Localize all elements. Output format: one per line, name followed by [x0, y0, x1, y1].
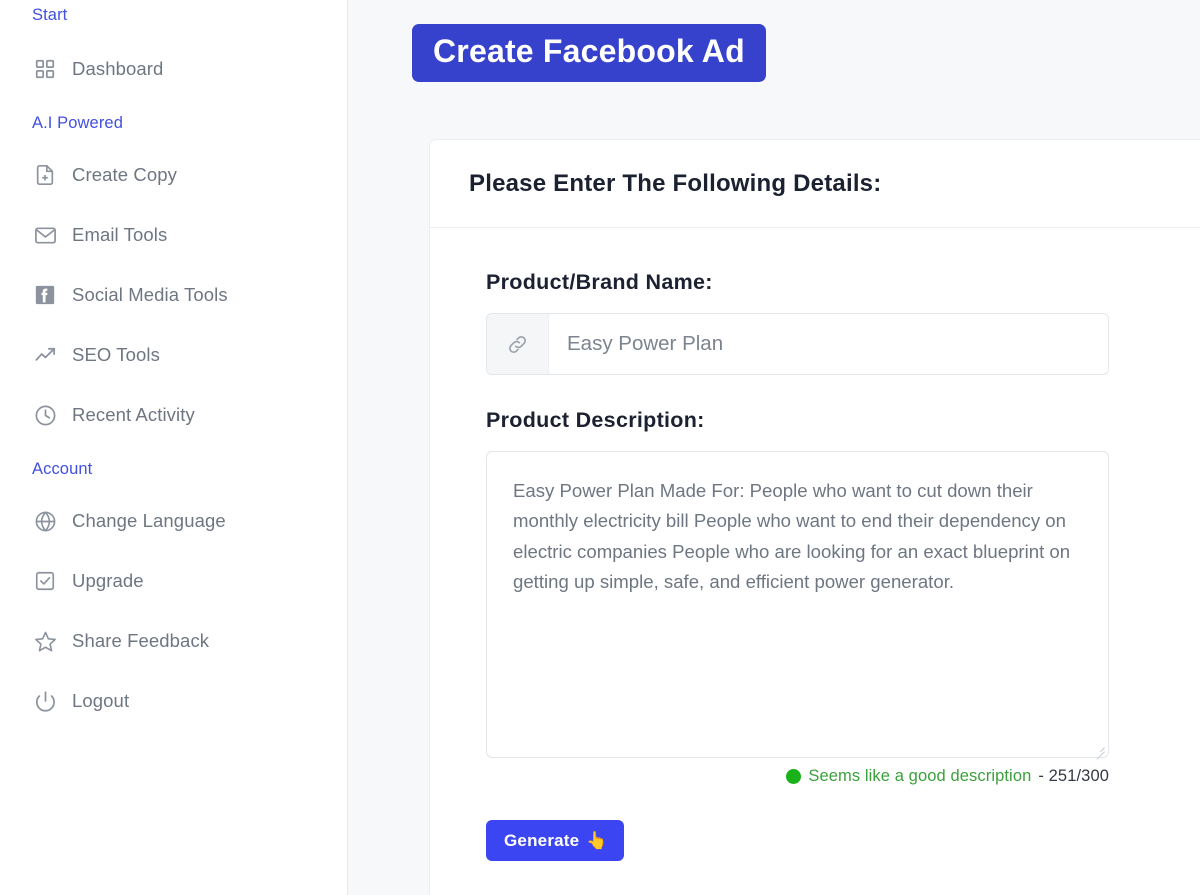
sidebar-item-create-copy[interactable]: Create Copy: [0, 145, 347, 205]
sidebar-item-upgrade[interactable]: Upgrade: [0, 551, 347, 611]
sidebar-item-logout[interactable]: Logout: [0, 671, 347, 731]
facebook-icon: [32, 282, 58, 308]
star-icon: [32, 628, 58, 654]
main-content: Create Facebook Ad Please Enter The Foll…: [348, 0, 1200, 895]
sidebar-item-label: Social Media Tools: [72, 284, 228, 306]
sidebar-group-ai-powered: A.I Powered Create Copy: [0, 114, 347, 445]
check-square-icon: [32, 568, 58, 594]
sidebar-item-label: Recent Activity: [72, 404, 195, 426]
status-text: Seems like a good description: [808, 767, 1031, 786]
sidebar-item-change-language[interactable]: Change Language: [0, 491, 347, 551]
app-root: Start Dashboard A.I Powered: [0, 0, 1200, 895]
sidebar-heading-account: Account: [0, 460, 347, 479]
pointing-hand-icon: 👆: [586, 832, 607, 849]
sidebar-heading-start: Start: [0, 0, 347, 25]
product-description-textarea[interactable]: [486, 451, 1109, 758]
link-icon: [487, 314, 549, 374]
sidebar-item-label: Create Copy: [72, 164, 177, 186]
sidebar-item-seo-tools[interactable]: SEO Tools: [0, 325, 347, 385]
generate-button[interactable]: Generate 👆: [486, 820, 624, 861]
sidebar-item-label: SEO Tools: [72, 344, 160, 366]
sidebar-item-label: Upgrade: [72, 570, 144, 592]
sidebar: Start Dashboard A.I Powered: [0, 0, 348, 895]
globe-icon: [32, 508, 58, 534]
sidebar-item-email-tools[interactable]: Email Tools: [0, 205, 347, 265]
status-char-count: - 251/300: [1038, 767, 1109, 786]
sidebar-heading-ai-powered: A.I Powered: [0, 114, 347, 133]
product-description-label: Product Description:: [486, 408, 1200, 433]
page-title: Create Facebook Ad: [412, 24, 766, 82]
product-description-wrap: [486, 451, 1109, 758]
generate-button-label: Generate: [504, 831, 579, 851]
file-plus-icon: [32, 162, 58, 188]
sidebar-group-start: Start Dashboard: [0, 0, 347, 99]
power-icon: [32, 688, 58, 714]
dashboard-grid-icon: [32, 56, 58, 82]
sidebar-group-account: Account Change Language: [0, 460, 347, 731]
sidebar-item-social-media-tools[interactable]: Social Media Tools: [0, 265, 347, 325]
envelope-icon: [32, 222, 58, 248]
card-header: Please Enter The Following Details:: [430, 140, 1200, 228]
sidebar-item-label: Dashboard: [72, 58, 163, 80]
sidebar-item-recent-activity[interactable]: Recent Activity: [0, 385, 347, 445]
sidebar-item-label: Logout: [72, 690, 129, 712]
sidebar-item-share-feedback[interactable]: Share Feedback: [0, 611, 347, 671]
card-body: Product/Brand Name: Product Description:: [430, 228, 1200, 861]
sidebar-item-dashboard[interactable]: Dashboard: [0, 39, 347, 99]
sidebar-item-label: Share Feedback: [72, 630, 209, 652]
details-card: Please Enter The Following Details: Prod…: [430, 140, 1200, 895]
card-header-title: Please Enter The Following Details:: [469, 170, 881, 198]
product-name-input-group[interactable]: [486, 313, 1109, 375]
sidebar-item-label: Change Language: [72, 510, 226, 532]
description-status: Seems like a good description - 251/300: [486, 767, 1109, 786]
sidebar-item-label: Email Tools: [72, 224, 167, 246]
product-name-label: Product/Brand Name:: [486, 270, 1200, 295]
trending-up-icon: [32, 342, 58, 368]
clock-icon: [32, 402, 58, 428]
status-dot-green-icon: [786, 769, 801, 784]
product-name-input[interactable]: [549, 314, 1108, 374]
